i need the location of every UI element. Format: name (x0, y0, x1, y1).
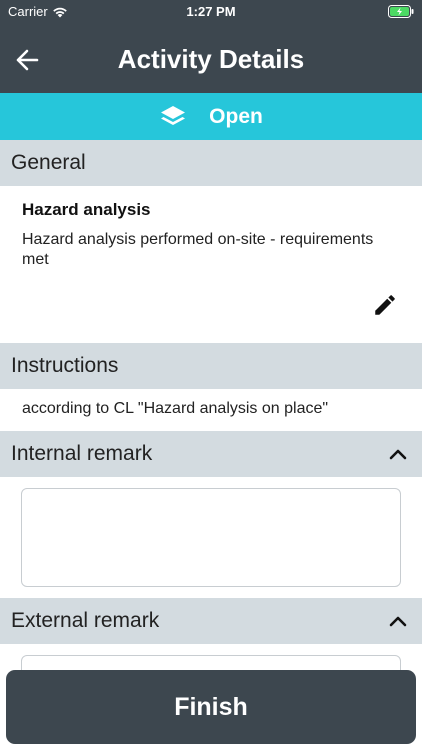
instructions-text: according to CL "Hazard analysis on plac… (22, 400, 329, 417)
status-time: 1:27 PM (186, 4, 236, 19)
battery-icon (388, 5, 414, 21)
page-title: Activity Details (117, 43, 305, 74)
finish-bar: Finish (6, 670, 416, 744)
nav-bar: Activity Details (0, 25, 422, 93)
section-title-internal-remark: Internal remark (11, 442, 153, 465)
section-header-internal-remark[interactable]: Internal remark (0, 431, 422, 477)
activity-status-label: Open (209, 104, 263, 128)
edit-button[interactable] (370, 290, 400, 320)
general-section-body: Hazard analysis Hazard analysis performe… (0, 186, 422, 343)
activity-status-banner: Open (0, 93, 422, 140)
status-bar: Carrier 1:27 PM (0, 0, 422, 25)
layers-icon (161, 105, 186, 125)
finish-button[interactable]: Finish (6, 670, 416, 744)
section-title-general: General (11, 151, 86, 174)
activity-description: Hazard analysis performed on-site - requ… (22, 231, 374, 268)
section-header-instructions: Instructions (0, 343, 422, 389)
chevron-up-icon[interactable] (386, 609, 410, 633)
activity-name: Hazard analysis (22, 200, 151, 219)
chevron-up-icon[interactable] (386, 442, 410, 466)
arrow-left-icon (16, 49, 39, 71)
internal-remark-input[interactable] (21, 488, 401, 587)
activity-details-screen: Carrier 1:27 PM Activity Details Open Ge… (0, 0, 422, 750)
top-bar: Carrier 1:27 PM Activity Details (0, 0, 422, 93)
internal-remark-body (0, 477, 422, 598)
section-header-external-remark[interactable]: External remark (0, 598, 422, 644)
pencil-icon (375, 295, 395, 315)
section-header-general: General (0, 140, 422, 186)
section-title-instructions: Instructions (11, 354, 119, 377)
back-button[interactable] (12, 45, 42, 75)
section-title-external-remark: External remark (11, 609, 160, 632)
